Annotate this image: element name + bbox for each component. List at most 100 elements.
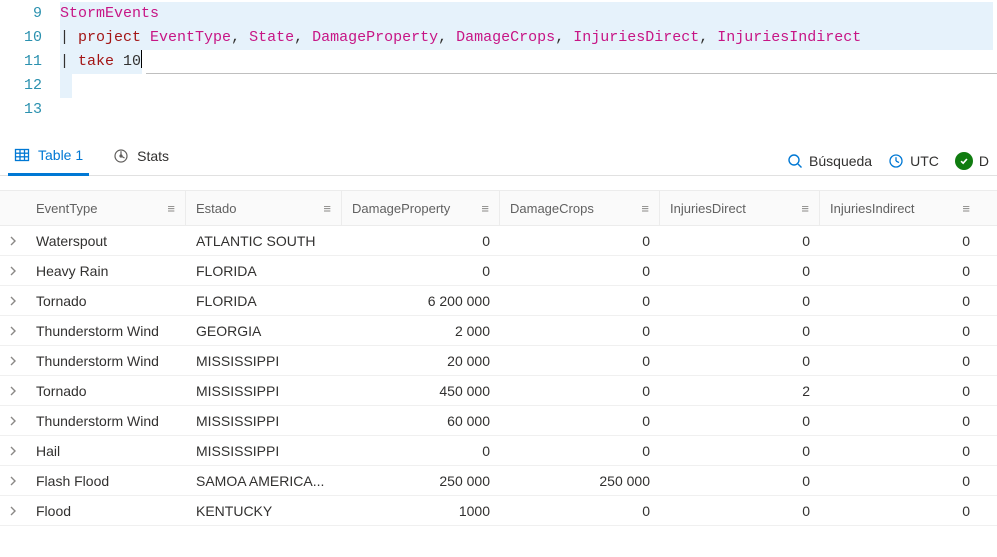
cell-state: MISSISSIPPI — [186, 383, 342, 399]
table-row[interactable]: Thunderstorm WindMISSISSIPPI60 000000 — [0, 406, 997, 436]
cell-eventtype: Heavy Rain — [26, 263, 186, 279]
query-editor[interactable]: 9 StormEvents 10 | project EventType, St… — [0, 0, 997, 122]
expand-row-icon[interactable] — [0, 476, 26, 486]
timezone-label: UTC — [910, 153, 939, 169]
table-row[interactable]: Heavy RainFLORIDA0000 — [0, 256, 997, 286]
cell-damagecrops: 0 — [500, 383, 660, 399]
code-line[interactable]: StormEvents — [60, 2, 993, 26]
table-row[interactable]: WaterspoutATLANTIC SOUTH0000 — [0, 226, 997, 256]
table-row[interactable]: Thunderstorm WindGEORGIA2 000000 — [0, 316, 997, 346]
table-icon — [14, 147, 30, 163]
cell-damagecrops: 0 — [500, 263, 660, 279]
cell-injuriesdirect: 2 — [660, 383, 820, 399]
token-column: InjuriesDirect — [573, 29, 699, 46]
cell-damageproperty: 6 200 000 — [342, 293, 500, 309]
cell-damageproperty: 20 000 — [342, 353, 500, 369]
token-keyword: take — [78, 53, 114, 70]
col-header-damageproperty[interactable]: DamageProperty ≡ — [342, 191, 500, 225]
line-number: 13 — [0, 98, 60, 122]
cell-injuriesdirect: 0 — [660, 263, 820, 279]
cell-damagecrops: 0 — [500, 443, 660, 459]
token-table: StormEvents — [60, 5, 159, 22]
expand-row-icon[interactable] — [0, 386, 26, 396]
cell-eventtype: Tornado — [26, 293, 186, 309]
col-header-damagecrops[interactable]: DamageCrops ≡ — [500, 191, 660, 225]
cell-eventtype: Flood — [26, 503, 186, 519]
expand-row-icon[interactable] — [0, 416, 26, 426]
expand-row-icon[interactable] — [0, 506, 26, 516]
code-line[interactable]: | project EventType, State, DamageProper… — [60, 26, 993, 50]
column-menu-icon[interactable]: ≡ — [323, 201, 331, 216]
cell-eventtype: Thunderstorm Wind — [26, 323, 186, 339]
cell-damageproperty: 60 000 — [342, 413, 500, 429]
column-menu-icon[interactable]: ≡ — [167, 201, 175, 216]
result-tabbar: Table 1 Stats Búsqueda UTC D — [0, 132, 997, 176]
expand-row-icon[interactable] — [0, 446, 26, 456]
results-grid: EventType ≡ Estado ≡ DamageProperty ≡ Da… — [0, 190, 997, 526]
cell-injuriesindirect: 0 — [820, 413, 980, 429]
table-row[interactable]: Flash FloodSAMOA AMERICA...250 000250 00… — [0, 466, 997, 496]
tab-table[interactable]: Table 1 — [8, 147, 89, 176]
cell-injuriesindirect: 0 — [820, 473, 980, 489]
cell-state: KENTUCKY — [186, 503, 342, 519]
col-header-injuriesindirect[interactable]: InjuriesIndirect ≡ — [820, 191, 980, 225]
code-line[interactable] — [60, 98, 997, 122]
search-button[interactable]: Búsqueda — [787, 153, 872, 169]
cell-state: FLORIDA — [186, 263, 342, 279]
cell-eventtype: Thunderstorm Wind — [26, 353, 186, 369]
token-column: InjuriesIndirect — [717, 29, 861, 46]
line-number: 11 — [0, 50, 60, 74]
table-row[interactable]: FloodKENTUCKY1000000 — [0, 496, 997, 526]
cell-damagecrops: 0 — [500, 323, 660, 339]
search-icon — [787, 153, 803, 169]
cell-injuriesdirect: 0 — [660, 293, 820, 309]
clock-icon — [888, 153, 904, 169]
token-column: DamageProperty — [312, 29, 438, 46]
column-menu-icon[interactable]: ≡ — [641, 201, 649, 216]
expand-row-icon[interactable] — [0, 236, 26, 246]
col-header-eventtype[interactable]: EventType ≡ — [26, 191, 186, 225]
table-row[interactable]: TornadoFLORIDA6 200 000000 — [0, 286, 997, 316]
column-menu-icon[interactable]: ≡ — [801, 201, 809, 216]
status-indicator[interactable]: D — [955, 152, 989, 170]
grid-header: EventType ≡ Estado ≡ DamageProperty ≡ Da… — [0, 190, 997, 226]
cell-eventtype: Tornado — [26, 383, 186, 399]
cell-state: ATLANTIC SOUTH — [186, 233, 342, 249]
tab-stats-label: Stats — [137, 148, 169, 164]
token-column: DamageCrops — [456, 29, 555, 46]
search-label: Búsqueda — [809, 153, 872, 169]
line-number: 12 — [0, 74, 60, 98]
expand-row-icon[interactable] — [0, 326, 26, 336]
cell-damagecrops: 0 — [500, 413, 660, 429]
expand-row-icon[interactable] — [0, 266, 26, 276]
expand-row-icon[interactable] — [0, 356, 26, 366]
status-text: D — [979, 153, 989, 169]
expand-row-icon[interactable] — [0, 296, 26, 306]
token-number: 10 — [123, 53, 141, 70]
cell-state: SAMOA AMERICA... — [186, 473, 342, 489]
column-menu-icon[interactable]: ≡ — [962, 201, 970, 216]
grid-body: WaterspoutATLANTIC SOUTH0000Heavy RainFL… — [0, 226, 997, 526]
table-row[interactable]: Thunderstorm WindMISSISSIPPI20 000000 — [0, 346, 997, 376]
code-line[interactable] — [60, 74, 72, 98]
cell-injuriesindirect: 0 — [820, 503, 980, 519]
code-line[interactable]: | take 10 — [60, 50, 142, 74]
cell-damageproperty: 0 — [342, 263, 500, 279]
token-pipe: | — [60, 29, 78, 46]
cell-state: FLORIDA — [186, 293, 342, 309]
column-menu-icon[interactable]: ≡ — [481, 201, 489, 216]
cell-eventtype: Hail — [26, 443, 186, 459]
cell-injuriesindirect: 0 — [820, 263, 980, 279]
stats-icon — [113, 148, 129, 164]
token-pipe: | — [60, 53, 78, 70]
table-row[interactable]: TornadoMISSISSIPPI450 000020 — [0, 376, 997, 406]
table-row[interactable]: HailMISSISSIPPI0000 — [0, 436, 997, 466]
timezone-button[interactable]: UTC — [888, 153, 939, 169]
col-header-state[interactable]: Estado ≡ — [186, 191, 342, 225]
token-column: State — [249, 29, 294, 46]
cell-injuriesindirect: 0 — [820, 323, 980, 339]
col-header-injuriesdirect[interactable]: InjuriesDirect ≡ — [660, 191, 820, 225]
cell-eventtype: Flash Flood — [26, 473, 186, 489]
tab-stats[interactable]: Stats — [107, 147, 175, 175]
cell-damageproperty: 450 000 — [342, 383, 500, 399]
